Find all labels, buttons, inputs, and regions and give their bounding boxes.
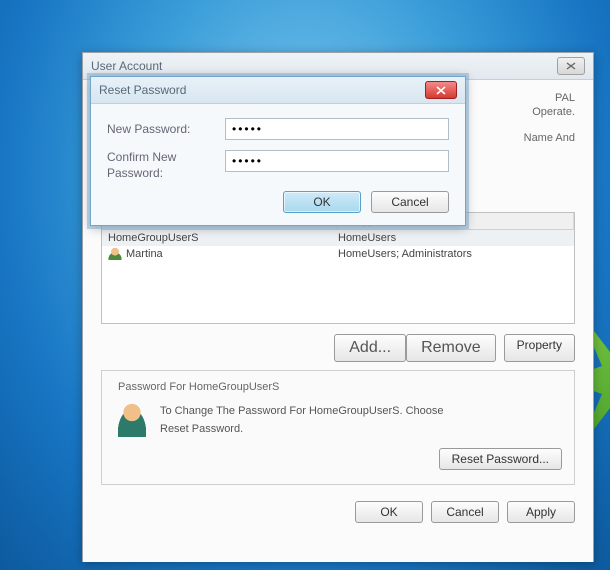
partial-text-2: Operate. <box>532 106 575 118</box>
close-icon <box>566 62 576 70</box>
main-close-button[interactable] <box>557 57 585 75</box>
users-listbox[interactable]: Nome utente Gruppo HomeGroupUserS HomeUs… <box>101 212 575 324</box>
new-password-label: New Password: <box>107 122 225 136</box>
close-icon <box>435 86 447 95</box>
dialog-cancel-button[interactable]: Cancel <box>371 191 449 213</box>
password-legend: Password For HomeGroupUserS <box>114 381 283 393</box>
dialog-titlebar: Reset Password <box>91 77 465 104</box>
confirm-password-input[interactable] <box>225 150 449 172</box>
reset-password-dialog: Reset Password New Password: Confirm New… <box>90 76 466 226</box>
dialog-bottom-buttons: OK Cancel Apply <box>101 501 575 523</box>
password-instructions: To Change The Password For HomeGroupUser… <box>160 403 444 438</box>
dialog-ok-button[interactable]: OK <box>283 191 361 213</box>
ok-button[interactable]: OK <box>355 501 423 523</box>
dialog-title: Reset Password <box>99 83 186 97</box>
property-button[interactable]: Property <box>504 334 575 362</box>
remove-button[interactable]: Remove <box>406 334 496 362</box>
list-buttons: Add... Remove Property <box>101 334 575 362</box>
person-icon <box>114 403 150 437</box>
cell-group: HomeUsers <box>338 232 568 244</box>
reset-password-button[interactable]: Reset Password... <box>439 448 562 470</box>
dialog-body: New Password: Confirm New Password: OK C… <box>91 104 465 225</box>
table-row[interactable]: HomeGroupUserS HomeUsers <box>102 230 574 246</box>
new-password-input[interactable] <box>225 118 449 140</box>
apply-button[interactable]: Apply <box>507 501 575 523</box>
add-button[interactable]: Add... <box>334 334 406 362</box>
partial-text-1: PAL <box>555 92 575 104</box>
partial-text-3: Name And <box>524 132 575 144</box>
cell-name: Martina <box>108 248 338 260</box>
confirm-password-label: Confirm New Password: <box>107 150 225 181</box>
dialog-close-button[interactable] <box>425 81 457 99</box>
cell-group: HomeUsers; Administrators <box>338 248 568 260</box>
person-icon <box>108 248 122 260</box>
main-title: User Account <box>91 59 162 73</box>
cancel-button[interactable]: Cancel <box>431 501 499 523</box>
password-section: Password For HomeGroupUserS To Change Th… <box>101 370 575 485</box>
cell-name: HomeGroupUserS <box>108 232 338 244</box>
table-row[interactable]: Martina HomeUsers; Administrators <box>102 246 574 262</box>
